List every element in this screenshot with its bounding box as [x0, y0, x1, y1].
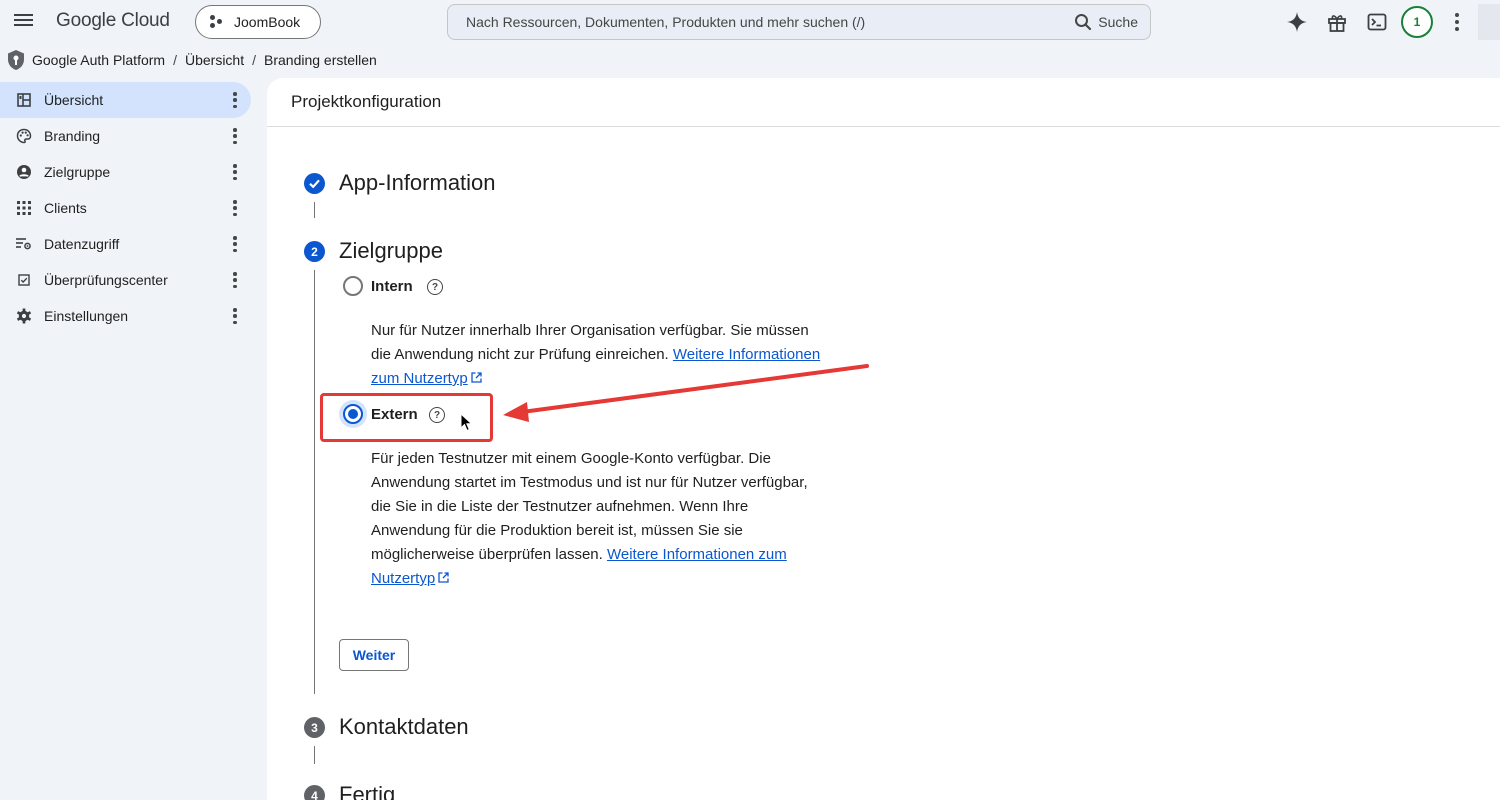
account-avatar[interactable]: 1	[1401, 6, 1433, 38]
item-menu-icon[interactable]	[231, 308, 239, 324]
item-menu-icon[interactable]	[231, 236, 239, 252]
mouse-cursor-icon	[460, 413, 473, 432]
apps-grid-icon	[16, 200, 32, 216]
external-link-icon	[438, 572, 449, 583]
step-number-badge: 4	[304, 785, 325, 800]
radio-label-intern[interactable]: Intern	[371, 278, 413, 295]
sidebar-item-overview[interactable]: Übersicht	[0, 82, 251, 118]
step-connector	[313, 270, 315, 694]
radio-extern[interactable]	[343, 404, 363, 424]
item-menu-icon[interactable]	[231, 200, 239, 216]
account-circle-icon	[16, 164, 32, 180]
help-icon[interactable]: ?	[429, 407, 445, 423]
google-cloud-logo[interactable]: Google Cloud	[56, 10, 170, 32]
step-complete-check-icon	[304, 173, 325, 194]
breadcrumb-separator: /	[252, 52, 256, 68]
step-connector	[313, 746, 315, 764]
item-menu-icon[interactable]	[231, 164, 239, 180]
data-access-icon	[16, 236, 32, 252]
extern-description: Für jeden Testnutzer mit einem Google-Ko…	[371, 447, 821, 591]
continue-button[interactable]: Weiter	[339, 639, 409, 671]
shield-icon	[8, 50, 24, 70]
verification-icon	[16, 272, 32, 288]
sidebar-item-label: Zielgruppe	[44, 164, 111, 180]
radio-intern[interactable]	[343, 276, 363, 296]
search-input[interactable]	[448, 14, 1075, 30]
sidebar-item-clients[interactable]: Clients	[0, 190, 251, 226]
step-number-badge: 3	[304, 717, 325, 738]
breadcrumb-separator: /	[173, 52, 177, 68]
external-link-icon	[471, 372, 482, 383]
sidebar-item-label: Übersicht	[44, 92, 104, 108]
top-bar: Google Cloud JoomBook Suche 1	[0, 0, 1500, 44]
step-connector	[313, 202, 315, 218]
page-title: Projektkonfiguration	[267, 78, 1500, 127]
window-edge	[1478, 4, 1500, 40]
help-icon[interactable]: ?	[427, 279, 443, 295]
sidebar-item-settings[interactable]: Einstellungen	[0, 298, 251, 334]
breadcrumb-auth-platform[interactable]: Google Auth Platform	[32, 52, 165, 68]
sidebar-item-verification-center[interactable]: Überprüfungscenter	[0, 262, 251, 298]
step-title-app-information[interactable]: App-Information	[339, 170, 496, 196]
search-button-label: Suche	[1098, 14, 1138, 30]
breadcrumb: Google Auth Platform / Übersicht / Brand…	[6, 48, 377, 72]
step-title-done: Fertig	[339, 782, 396, 800]
gemini-sparkle-icon[interactable]	[1283, 8, 1311, 36]
project-icon	[210, 15, 224, 29]
gear-icon	[16, 308, 32, 324]
item-menu-icon[interactable]	[231, 128, 239, 144]
radio-label-extern[interactable]: Extern	[371, 406, 418, 423]
sidebar-nav: Übersicht Branding Zielgruppe Clients Da…	[0, 82, 252, 334]
cloud-shell-terminal-icon[interactable]	[1363, 8, 1391, 36]
project-name: JoomBook	[234, 14, 301, 30]
search-icon	[1075, 14, 1092, 31]
gift-icon[interactable]	[1323, 8, 1351, 36]
breadcrumb-create-branding[interactable]: Branding erstellen	[264, 52, 377, 68]
dashboard-icon	[16, 92, 32, 108]
sidebar-item-label: Clients	[44, 200, 87, 216]
palette-icon	[16, 128, 32, 144]
step-number-badge: 2	[304, 241, 325, 262]
step-title-contact-data: Kontaktdaten	[339, 714, 469, 739]
intern-description: Nur für Nutzer innerhalb Ihrer Organisat…	[371, 319, 821, 391]
breadcrumb-overview[interactable]: Übersicht	[185, 52, 244, 68]
main-menu-icon[interactable]	[12, 11, 34, 33]
sidebar-item-branding[interactable]: Branding	[0, 118, 251, 154]
sidebar-item-label: Überprüfungscenter	[44, 272, 168, 288]
more-options-icon[interactable]	[1447, 10, 1467, 34]
item-menu-icon[interactable]	[231, 272, 239, 288]
item-menu-icon[interactable]	[231, 92, 239, 108]
sidebar-item-label: Datenzugriff	[44, 236, 120, 252]
sidebar-item-label: Branding	[44, 128, 101, 144]
project-selector[interactable]: JoomBook	[195, 5, 321, 39]
sidebar-item-data-access[interactable]: Datenzugriff	[0, 226, 251, 262]
search-bar: Suche	[447, 4, 1151, 40]
step-title-audience: Zielgruppe	[339, 238, 443, 263]
search-button[interactable]: Suche	[1074, 13, 1138, 31]
sidebar-item-audience[interactable]: Zielgruppe	[0, 154, 251, 190]
sidebar-item-label: Einstellungen	[44, 308, 129, 324]
main-panel: Projektkonfiguration App-Information 2 Z…	[267, 78, 1500, 800]
